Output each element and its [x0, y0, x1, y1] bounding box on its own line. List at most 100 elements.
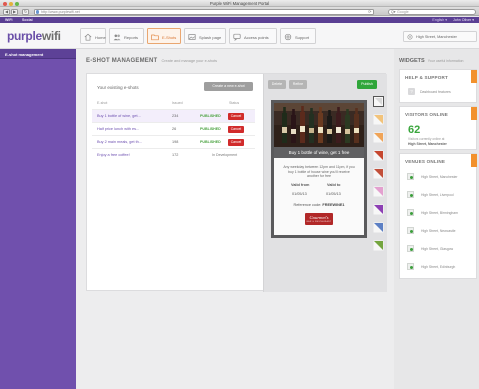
- status-badge: PUBLISHED: [200, 127, 221, 131]
- template-swatch[interactable]: [373, 222, 384, 233]
- cancel-button[interactable]: Cancel: [228, 112, 244, 120]
- widget-title: VISITORS ONLINE: [405, 112, 448, 117]
- wine-bottles-photo: [274, 103, 364, 147]
- template-swatch[interactable]: [373, 204, 384, 215]
- publish-button[interactable]: Publish: [357, 80, 377, 89]
- issued-count: 26: [172, 127, 177, 131]
- e-shot-name-link[interactable]: Buy 2 main meals, get th...: [97, 140, 142, 144]
- delete-button[interactable]: Delete: [268, 80, 286, 89]
- template-swatch[interactable]: [373, 186, 384, 197]
- back-button[interactable]: ◀: [3, 8, 10, 15]
- e-shot-description: Any weekday between 12pm and 11pm, if yo…: [283, 165, 355, 179]
- template-swatch[interactable]: [373, 132, 384, 143]
- template-swatch[interactable]: [373, 168, 384, 179]
- visitors-count: 62: [408, 124, 421, 136]
- purplewifi-logo[interactable]: purplewifi: [7, 29, 61, 43]
- language-selector[interactable]: English ▾: [432, 18, 447, 22]
- reload-button[interactable]: ↻: [22, 8, 29, 15]
- online-status-icon: [407, 173, 414, 180]
- search-icon: Q▾: [391, 9, 396, 14]
- chat-icon: [233, 33, 241, 41]
- image-icon: [188, 33, 196, 40]
- widgets-subtitle: Your useful information: [427, 59, 464, 63]
- page-title: E-SHOT MANAGEMENT Create and manage your…: [86, 58, 218, 64]
- sidebar: E-shot management: [0, 49, 76, 389]
- valid-to-date: 01/05/13: [326, 192, 341, 196]
- list-item[interactable]: High Street, Edinburgh: [405, 262, 473, 273]
- list-item[interactable]: High Street, Newcastle: [405, 226, 473, 237]
- e-shot-card: Buy 1 bottle of wine, get 1 free Any wee…: [271, 100, 367, 238]
- help-icon: ?: [408, 88, 415, 95]
- column-header-status: Status: [229, 101, 240, 105]
- refresh-icon[interactable]: ⟳: [368, 9, 371, 14]
- column-header-issued: Issued: [172, 101, 183, 105]
- widgets-title: WIDGETS Your useful information: [399, 58, 464, 64]
- e-shot-name-link[interactable]: Enjoy a free coffee!: [97, 153, 130, 157]
- venues-online-widget: VENUES ONLINE High Street, Manchester Hi…: [399, 153, 477, 279]
- url-input[interactable]: http://www.purplewifi.net ⟳: [34, 8, 374, 15]
- table-row[interactable]: Enjoy a free coffee! 172 In Development: [92, 148, 255, 161]
- e-shot-name-link[interactable]: Half price lunch with es...: [97, 127, 139, 131]
- visitors-caption: Visitors currently online at: [408, 137, 445, 141]
- tab-e-shots[interactable]: E-Shots: [147, 28, 181, 44]
- user-name[interactable]: John Oliver ▾: [453, 18, 474, 22]
- widget-title: HELP & SUPPORT: [405, 75, 449, 80]
- tab-home[interactable]: Home: [80, 28, 106, 44]
- e-shot-preview: Delete Refine Publish Buy 1 bottle of wi…: [263, 74, 387, 292]
- user-menu[interactable]: English ▾ John Oliver ▾: [432, 18, 474, 22]
- tab-reports[interactable]: Reports: [109, 28, 144, 44]
- reference-code: Reference code: FREEWINE1: [293, 203, 345, 207]
- online-status-icon: [407, 263, 414, 270]
- widget-title: VENUES ONLINE: [405, 159, 446, 164]
- page-subtitle: Create and manage your e-shots: [161, 59, 218, 63]
- cancel-button[interactable]: Cancel: [228, 138, 244, 146]
- venue-select[interactable]: High Street, Manchester: [403, 31, 477, 42]
- app-header: purplewifi Home Reports E-Shots Splash p…: [0, 23, 479, 49]
- forward-icon: ▶: [12, 8, 17, 14]
- e-shot-name-link[interactable]: Buy 1 bottle of wine, get...: [97, 114, 141, 118]
- table-row[interactable]: Buy 2 main meals, get th... 198 PUBLISHE…: [92, 135, 255, 148]
- table-row[interactable]: Half price lunch with es... 26 PUBLISHED…: [92, 122, 255, 135]
- status-badge: PUBLISHED: [200, 114, 221, 118]
- widget-toggle-tab[interactable]: [471, 70, 477, 83]
- browser-search-input[interactable]: Q▾ Google: [388, 8, 476, 15]
- visitors-venue: High Street, Manchester: [408, 142, 447, 146]
- globe-icon: [36, 10, 40, 14]
- template-swatch[interactable]: [373, 96, 384, 107]
- list-item[interactable]: High Street, Glasgow: [405, 244, 473, 255]
- restaurant-logo: Gourmet's BAR & RESTAURANT: [305, 213, 333, 225]
- tab-access-points[interactable]: Access points: [229, 28, 277, 44]
- url-text: http://www.purplewifi.net: [41, 9, 80, 14]
- search-placeholder: Google: [397, 9, 409, 14]
- back-icon: ◀: [4, 8, 9, 14]
- template-swatch[interactable]: [373, 240, 384, 251]
- widget-toggle-tab[interactable]: [471, 154, 477, 167]
- template-swatch[interactable]: [373, 150, 384, 161]
- tab-splash-page[interactable]: Splash page: [184, 28, 226, 44]
- sidebar-item-e-shot-management[interactable]: E-shot management: [0, 49, 76, 59]
- list-item[interactable]: High Street, Birmingham: [405, 208, 473, 219]
- list-title: Your existing e-shots: [97, 85, 139, 90]
- status-badge: In Development: [212, 153, 238, 157]
- dashboard-features-link[interactable]: Dashboard features: [420, 90, 451, 94]
- forward-button[interactable]: ▶: [11, 8, 18, 15]
- window-title: Purple WiFi Management Portal: [209, 1, 270, 6]
- issued-count: 172: [172, 153, 179, 157]
- online-status-icon: [407, 191, 414, 198]
- list-item[interactable]: High Street, Liverpool: [405, 190, 473, 201]
- table-row[interactable]: Buy 1 bottle of wine, get... 234 PUBLISH…: [92, 109, 255, 122]
- main-content: E-SHOT MANAGEMENT Create and manage your…: [76, 49, 394, 389]
- template-swatch[interactable]: [373, 114, 384, 125]
- tab-support[interactable]: Support: [280, 28, 316, 44]
- window-titlebar: Purple WiFi Management Portal: [0, 0, 479, 7]
- users-icon: [113, 34, 121, 40]
- e-shot-list: Your existing e-shots Create a new e-sho…: [92, 79, 255, 234]
- valid-from-date: 01/05/13: [292, 192, 307, 196]
- bookmark-wifi[interactable]: WiFi: [5, 18, 13, 22]
- create-e-shot-button[interactable]: Create a new e-shot: [204, 82, 253, 91]
- refine-button[interactable]: Refine: [289, 80, 307, 89]
- list-item[interactable]: High Street, Manchester: [405, 172, 473, 183]
- widget-toggle-tab[interactable]: [471, 107, 477, 120]
- bookmark-social[interactable]: Social: [22, 18, 33, 22]
- cancel-button[interactable]: Cancel: [228, 125, 244, 133]
